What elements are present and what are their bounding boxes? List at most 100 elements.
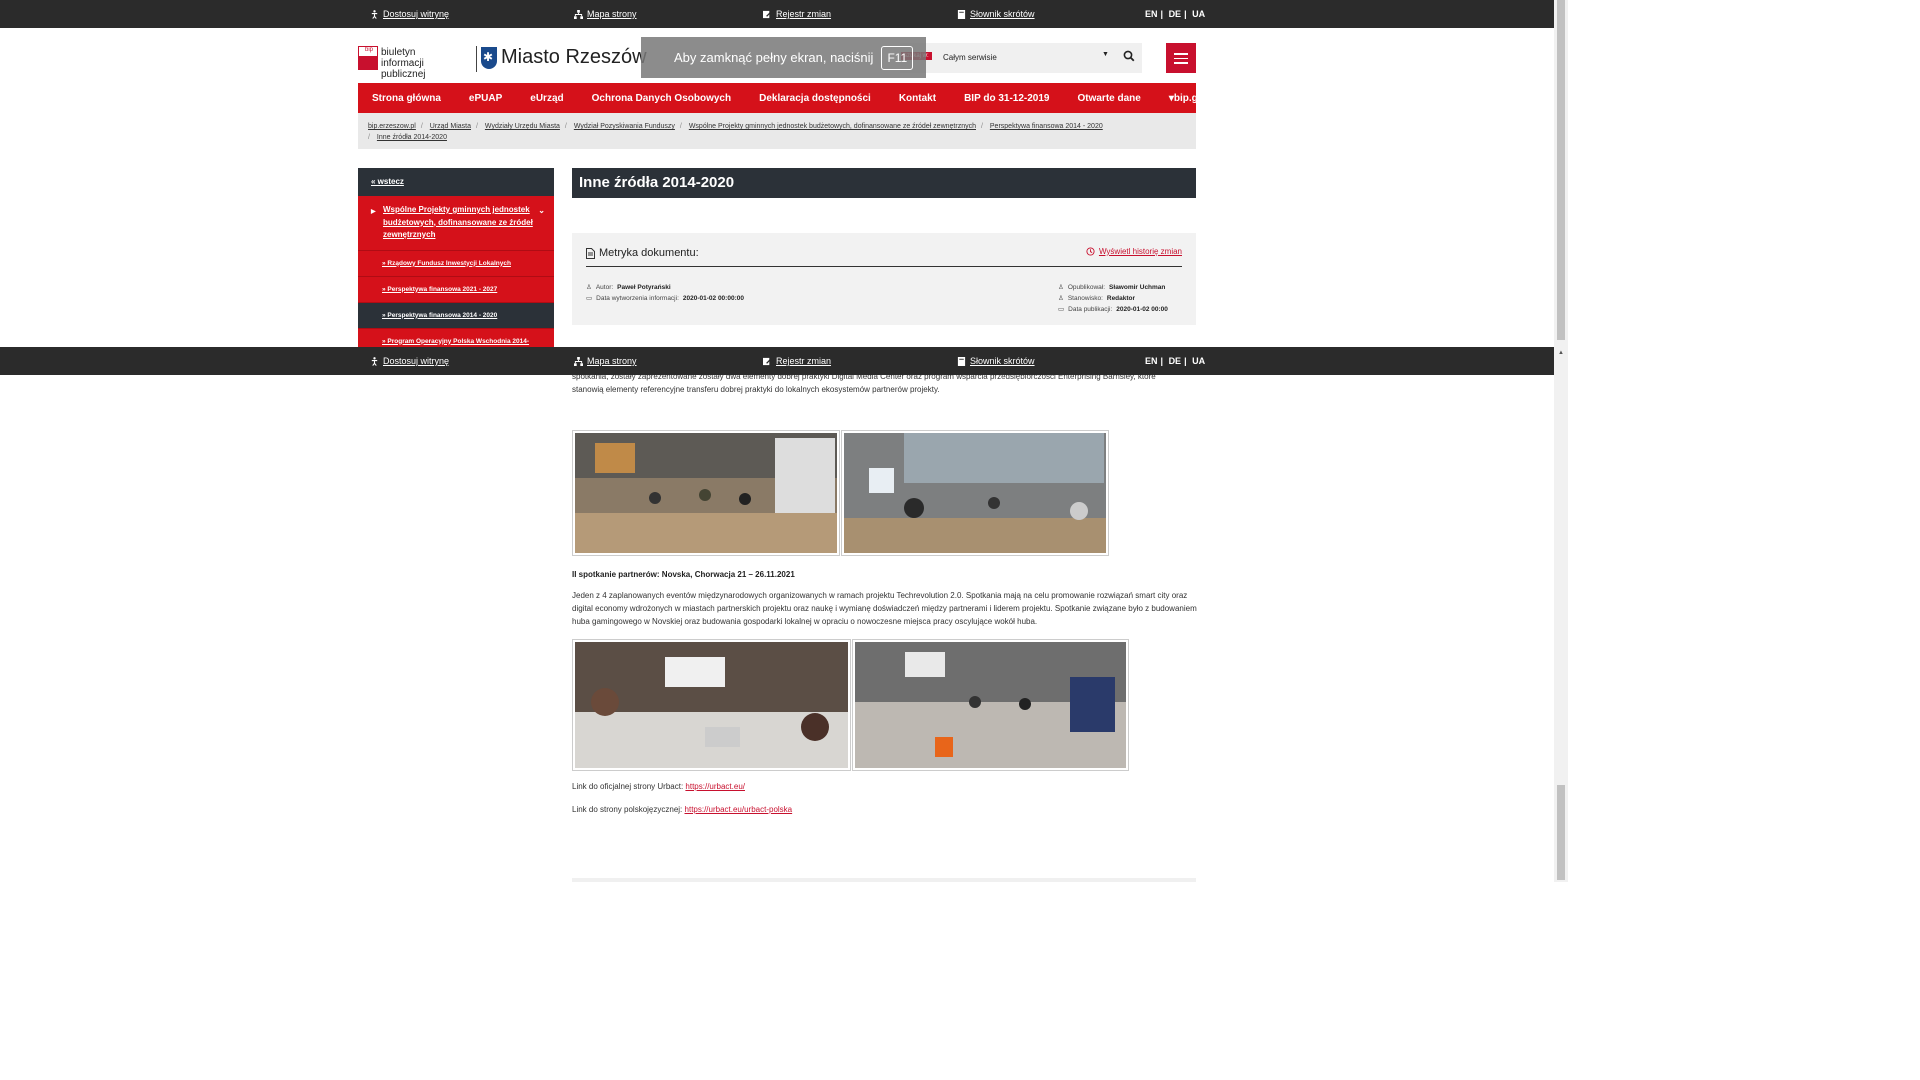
menu-button[interactable]	[1166, 43, 1196, 73]
fullscreen-notice-text: Aby zamknąć pełny ekran, naciśnij	[674, 50, 874, 65]
changelog-link[interactable]: Rejestr zmian	[763, 356, 831, 366]
lang-ua[interactable]: UA	[1192, 356, 1205, 366]
link2-label: Link do strony polskojęzycznej:	[572, 805, 683, 814]
shortcuts-link[interactable]: Słownik skrótów	[957, 356, 1035, 366]
nav-bip-archive[interactable]: BIP do 31-12-2019	[950, 93, 1063, 104]
accessibility-icon	[371, 356, 378, 366]
scroll-up-arrow-icon[interactable]: ▲	[1558, 350, 1564, 356]
breadcrumb-item[interactable]: Wspólne Projekty gminnych jednostek budż…	[689, 123, 976, 130]
link1-row: Link do oficjalnej strony Urbact: https:…	[572, 780, 745, 793]
breadcrumb-item[interactable]: Perspektywa finansowa 2014 - 2020	[990, 123, 1103, 130]
shortcuts-label: Słownik skrótów	[970, 9, 1035, 19]
meeting-photo-image	[855, 642, 1126, 768]
breadcrumb: bip.erzeszow.pl / Urząd Miasta / Wydziały …	[358, 113, 1196, 149]
clock-icon	[1086, 247, 1095, 256]
user-icon: ♙	[1058, 284, 1064, 291]
sidebar: « wstecz ▶ Wspólne Projekty gminnych jed…	[358, 168, 554, 347]
changelog-label: Rejestr zmian	[776, 9, 832, 19]
accessibility-icon	[371, 9, 378, 19]
created-value: 2020-01-02 00:00:00	[682, 294, 744, 302]
language-switcher: EN | DE | UA	[1145, 356, 1206, 366]
document-icon	[586, 247, 595, 259]
nav-open-data[interactable]: Otwarte dane	[1063, 93, 1154, 104]
meeting2-title: II spotkanie partnerów: Novska, Chorwacj…	[572, 570, 795, 579]
position-row: ♙ Stanowisko: Redaktor	[1058, 294, 1136, 303]
photo-meeting1-a[interactable]	[572, 430, 840, 556]
published-by-value: Sławomir Uchman	[1109, 283, 1166, 291]
accessibility-link[interactable]: Dostosuj witrynę	[370, 356, 449, 366]
scrollbar-thumb[interactable]	[1557, 0, 1565, 340]
sitemap-link[interactable]: Mapa strony	[574, 356, 637, 366]
top-utility-bar: Dostosuj witrynę Mapa strony Rejestr zmi…	[0, 0, 1554, 28]
page-scrollbar[interactable]: ▲	[1554, 0, 1568, 882]
logo-divider	[476, 46, 477, 72]
edit-icon	[763, 357, 772, 365]
nav-contact[interactable]: Kontakt	[885, 93, 950, 104]
photo-meeting2-b[interactable]	[852, 639, 1129, 771]
back-link[interactable]: « wstecz	[358, 168, 554, 196]
nav-epuap[interactable]: ePUAP	[455, 93, 516, 104]
sidebar-item-2014-2020[interactable]: » Perspektywa finansowa 2014 - 2020	[358, 302, 554, 329]
city-crest-icon	[481, 46, 497, 69]
breadcrumb-item[interactable]: bip.erzeszow.pl	[368, 123, 416, 130]
sidebar-section-main[interactable]: ▶ Wspólne Projekty gminnych jednostek bu…	[358, 196, 554, 251]
chevron-down-icon[interactable]: ⌄	[538, 205, 545, 218]
scrollbar-thumb[interactable]	[1557, 785, 1565, 880]
language-switcher: EN | DE | UA	[1145, 9, 1206, 19]
bip-logo[interactable]: bip biuletyn informacji publicznej	[358, 46, 470, 80]
search-bar[interactable]: szukaj w: Całym serwisie ▼	[900, 43, 1142, 73]
sitemap-icon	[574, 356, 583, 366]
nav-home[interactable]: Strona główna	[358, 93, 455, 104]
search-scope-select[interactable]: Całym serwisie	[943, 53, 997, 62]
breadcrumb-item[interactable]: Wydziały Urzędu Miasta	[485, 123, 560, 130]
sitemap-link[interactable]: Mapa strony	[574, 9, 637, 19]
sidebar-section-label: Wspólne Projekty gminnych jednostek budż…	[383, 205, 533, 239]
sidebar-item-rfil[interactable]: » Rządowy Fundusz Inwestycji Lokalnych	[358, 250, 554, 277]
breadcrumb-item[interactable]: Wydział Pozyskiwania Funduszy	[574, 123, 675, 130]
urbact-link[interactable]: https://urbact.eu/	[685, 782, 745, 791]
lang-ua[interactable]: UA	[1192, 9, 1205, 19]
lang-de[interactable]: DE	[1169, 356, 1182, 366]
lang-en[interactable]: EN	[1145, 9, 1158, 19]
position-value: Redaktor	[1106, 294, 1136, 302]
nav-accessibility-declaration[interactable]: Deklaracja dostępności	[745, 93, 885, 104]
city-name: Miasto Rzeszów	[501, 46, 647, 68]
breadcrumb-current[interactable]: Inne źródła 2014-2020	[377, 134, 447, 141]
nav-bip-gov[interactable]: ▾bip.gov.pl	[1155, 93, 1235, 104]
sticky-utility-bar: Dostosuj witrynę Mapa strony Rejestr zmi…	[0, 347, 1554, 375]
search-icon[interactable]	[1123, 50, 1135, 62]
history-link[interactable]: Wyświetl historię zmian	[1086, 247, 1182, 256]
nav-eurzad[interactable]: eUrząd	[516, 93, 577, 104]
author-row: ♙ Autor: Paweł Potyrański	[586, 283, 671, 292]
meeting2-description: Jeden z 4 zaplanowanych eventów międzyna…	[572, 591, 1197, 626]
sidebar-item-2021-2027[interactable]: » Perspektywa finansowa 2021 - 2027	[358, 276, 554, 303]
document-metadata: Metryka dokumentu: Wyświetl historię zmi…	[572, 233, 1196, 325]
sidebar-item-polska-wschodnia[interactable]: » Program Operacyjny Polska Wschodnia 20…	[358, 328, 554, 347]
sitemap-icon	[574, 9, 583, 19]
accessibility-label: Dostosuj witrynę	[383, 9, 450, 19]
changelog-label: Rejestr zmian	[776, 356, 832, 366]
user-icon: ♙	[586, 284, 592, 291]
changelog-link[interactable]: Rejestr zmian	[763, 9, 831, 19]
history-link-label: Wyświetl historię zmian	[1098, 247, 1182, 256]
urbact-polska-link[interactable]: https://urbact.eu/urbact-polska	[685, 805, 793, 814]
photo-meeting2-a[interactable]	[572, 639, 851, 771]
caret-right-icon: ▶	[371, 209, 376, 215]
nav-data-protection[interactable]: Ochrona Danych Osobowych	[578, 93, 745, 104]
link2-row: Link do strony polskojęzycznej: https://…	[572, 803, 792, 816]
book-icon	[957, 356, 966, 366]
accessibility-link[interactable]: Dostosuj witrynę	[370, 9, 449, 19]
breadcrumb-item[interactable]: Urząd Miasta	[430, 123, 471, 130]
photo-meeting1-b[interactable]	[841, 430, 1109, 556]
shortcuts-label: Słownik skrótów	[970, 356, 1035, 366]
meeting-photo-image	[575, 433, 837, 553]
lang-de[interactable]: DE	[1169, 9, 1182, 19]
chevron-down-icon[interactable]: ▼	[1102, 51, 1109, 58]
pub-date-value: 2020-01-02 00:00	[1116, 305, 1168, 313]
fullscreen-notice: Aby zamknąć pełny ekran, naciśnij F11	[641, 37, 926, 78]
city-logo[interactable]: Miasto Rzeszów	[481, 46, 647, 69]
link1-label: Link do oficjalnej strony Urbact:	[572, 782, 684, 791]
shortcuts-link[interactable]: Słownik skrótów	[957, 9, 1035, 19]
lang-en[interactable]: EN	[1145, 356, 1158, 366]
meeting-photo-image	[844, 433, 1106, 553]
